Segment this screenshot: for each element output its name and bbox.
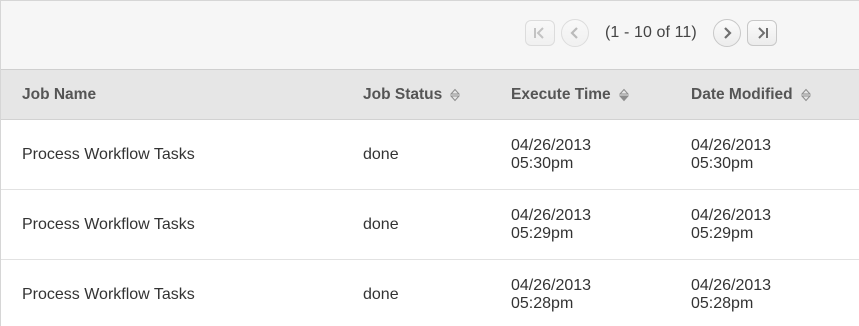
pagination-controls: (1 - 10 of 11) — [525, 18, 777, 48]
first-page-icon — [534, 27, 544, 39]
execute-date: 04/26/2013 — [511, 206, 592, 224]
jobs-table: Job Name Job Status Execute Time Date Mo… — [1, 70, 859, 326]
pagination-range: (1 - 10 of 11) — [605, 24, 697, 41]
pagination-bar: (1 - 10 of 11) — [1, 1, 859, 70]
table-row[interactable]: Process Workflow Tasks done 04/26/2013 0… — [1, 189, 859, 260]
modified-clock: 05:29pm — [691, 224, 754, 242]
cell-job-status: done — [345, 119, 493, 190]
table-row[interactable]: Process Workflow Tasks done 04/26/2013 0… — [1, 119, 859, 190]
last-page-button[interactable] — [746, 20, 777, 46]
column-header-label: Execute Time — [511, 85, 611, 103]
modified-date: 04/26/2013 — [691, 136, 772, 154]
cell-job-status: done — [345, 189, 493, 260]
cell-execute-time: 04/26/2013 05:28pm — [493, 259, 673, 326]
execute-date: 04/26/2013 — [511, 276, 592, 294]
sort-icon[interactable] — [618, 88, 629, 102]
cell-job-name: Process Workflow Tasks — [1, 189, 345, 260]
modified-date: 04/26/2013 — [691, 276, 772, 294]
cell-job-name: Process Workflow Tasks — [1, 119, 345, 190]
cell-job-status: done — [345, 259, 493, 326]
column-header-label: Date Modified — [691, 85, 793, 103]
cell-execute-time: 04/26/2013 05:30pm — [493, 119, 673, 190]
column-header-execute-time[interactable]: Execute Time — [493, 70, 673, 120]
table-header-row: Job Name Job Status Execute Time Date Mo… — [1, 70, 859, 120]
column-header-job-name: Job Name — [1, 70, 345, 120]
modified-date: 04/26/2013 — [691, 206, 772, 224]
column-header-label: Job Status — [363, 85, 443, 103]
cell-job-name: Process Workflow Tasks — [1, 259, 345, 326]
cell-date-modified: 04/26/2013 05:29pm — [673, 189, 859, 260]
execute-clock: 05:29pm — [511, 224, 574, 242]
table-row[interactable]: Process Workflow Tasks done 04/26/2013 0… — [1, 259, 859, 326]
next-page-icon — [724, 27, 732, 39]
column-header-job-status[interactable]: Job Status — [345, 70, 493, 120]
previous-page-button[interactable] — [561, 19, 589, 47]
cell-date-modified: 04/26/2013 05:30pm — [673, 119, 859, 190]
jobs-list-panel: (1 - 10 of 11) Job Name Job Status Execu… — [0, 0, 859, 326]
first-page-button[interactable] — [525, 20, 555, 46]
modified-clock: 05:30pm — [691, 154, 754, 172]
last-page-icon — [758, 27, 768, 39]
next-page-button[interactable] — [712, 19, 741, 47]
execute-date: 04/26/2013 — [511, 136, 592, 154]
column-header-date-modified[interactable]: Date Modified — [673, 70, 859, 120]
cell-date-modified: 04/26/2013 05:28pm — [673, 259, 859, 326]
modified-clock: 05:28pm — [691, 294, 754, 312]
execute-clock: 05:28pm — [511, 294, 574, 312]
column-header-label: Job Name — [22, 85, 97, 103]
cell-execute-time: 04/26/2013 05:29pm — [493, 189, 673, 260]
execute-clock: 05:30pm — [511, 154, 574, 172]
sort-icon[interactable] — [800, 88, 811, 102]
sort-icon[interactable] — [450, 88, 461, 102]
previous-page-icon — [570, 27, 578, 39]
